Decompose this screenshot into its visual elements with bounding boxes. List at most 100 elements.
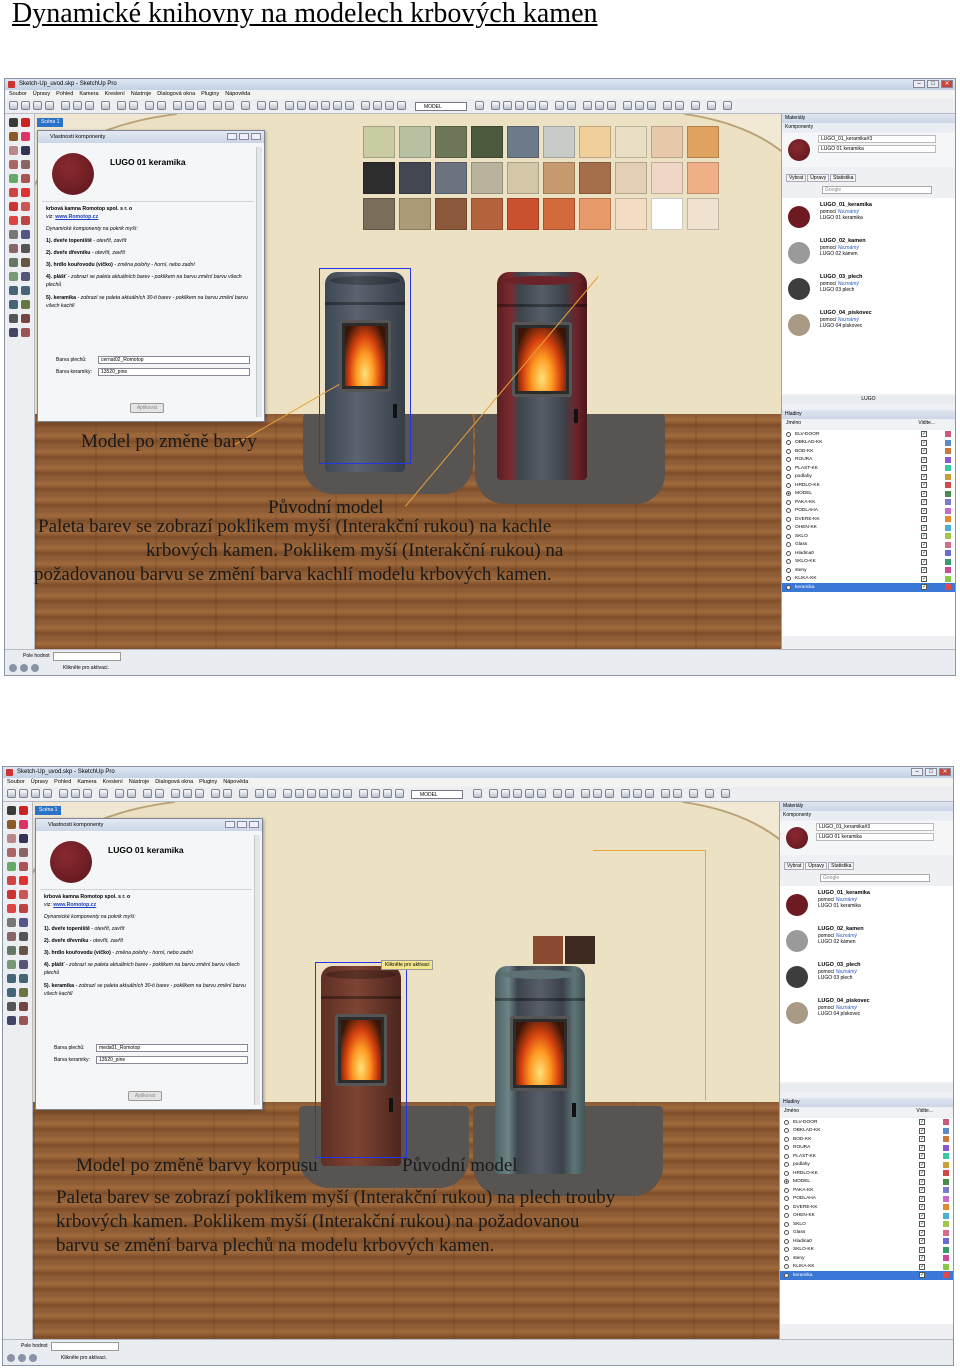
- active-layer-radio[interactable]: [786, 584, 791, 590]
- iso-view-icon[interactable]: [283, 789, 292, 798]
- layer-row[interactable]: ELV-DOOR ✓: [782, 430, 955, 439]
- scale-icon[interactable]: [7, 904, 16, 913]
- layer-visible-checkbox[interactable]: ✓: [921, 550, 927, 557]
- section-plane-icon[interactable]: [581, 789, 590, 798]
- move-icon[interactable]: [9, 188, 18, 197]
- layer-color-swatch[interactable]: [945, 448, 951, 455]
- layer-row[interactable]: OHEN-KK ✓: [782, 524, 955, 533]
- drape-icon[interactable]: [537, 789, 546, 798]
- layer-visible-checkbox[interactable]: ✓: [919, 1178, 925, 1185]
- layer-color-swatch[interactable]: [945, 516, 951, 523]
- erase-icon[interactable]: [101, 101, 110, 110]
- orbit-icon[interactable]: [9, 272, 18, 281]
- layer-visible-checkbox[interactable]: ✓: [921, 533, 927, 540]
- layer-row[interactable]: OBKLAD-KK ✓: [780, 1127, 953, 1136]
- palette-swatch[interactable]: [687, 198, 719, 230]
- active-layer-radio[interactable]: [786, 542, 791, 548]
- layer-visible-checkbox[interactable]: ✓: [921, 431, 927, 438]
- layer-color-swatch[interactable]: [943, 1212, 949, 1219]
- layer-color-swatch[interactable]: [945, 507, 951, 514]
- palette-swatch[interactable]: [651, 198, 683, 230]
- back-view-icon[interactable]: [333, 101, 342, 110]
- palette-swatch[interactable]: [471, 198, 503, 230]
- layer-row[interactable]: PLAST-KK ✓: [782, 464, 955, 473]
- zoom-window-icon[interactable]: [21, 286, 30, 295]
- layer-color-swatch[interactable]: [943, 1178, 949, 1185]
- sandbox-scratch-icon[interactable]: [501, 789, 510, 798]
- camera-icon[interactable]: [241, 101, 250, 110]
- component-icon[interactable]: [213, 101, 222, 110]
- get-models-icon[interactable]: [185, 101, 194, 110]
- credits-icon[interactable]: [18, 1354, 26, 1362]
- layer-visible-checkbox[interactable]: ✓: [921, 499, 927, 506]
- textured-style-icon[interactable]: [397, 101, 406, 110]
- layer-visible-checkbox[interactable]: ✓: [921, 567, 927, 574]
- protractor-icon[interactable]: [21, 230, 30, 239]
- paste-icon[interactable]: [83, 789, 92, 798]
- position-camera-icon[interactable]: [691, 101, 700, 110]
- list-item[interactable]: LUGO_04_piskovec pomocí Neznámý LUGO 04 pí…: [784, 996, 949, 1030]
- make-component-icon[interactable]: [19, 806, 28, 815]
- menu-soubor[interactable]: Soubor: [7, 778, 25, 787]
- left-view-icon[interactable]: [345, 101, 354, 110]
- section-tool-icon[interactable]: [9, 328, 18, 337]
- redo-icon[interactable]: [127, 789, 136, 798]
- zoom-icon[interactable]: [7, 974, 16, 983]
- scale-icon[interactable]: [9, 216, 18, 225]
- print-icon[interactable]: [145, 101, 154, 110]
- section-cut-icon[interactable]: [607, 101, 616, 110]
- component-icon[interactable]: [211, 789, 220, 798]
- layer-color-swatch[interactable]: [943, 1144, 949, 1151]
- maximize-button[interactable]: □: [925, 768, 937, 776]
- new-file-icon[interactable]: [19, 789, 28, 798]
- active-layer-radio[interactable]: [786, 448, 791, 454]
- 3d-viewport[interactable]: Klikněte pro aktivaci Vlastnosti kompone…: [33, 802, 779, 1339]
- zoom-window-icon[interactable]: [19, 974, 28, 983]
- walk-icon[interactable]: [661, 789, 670, 798]
- layer-row[interactable]: DVERE-KK ✓: [782, 515, 955, 524]
- layer-color-swatch[interactable]: [943, 1187, 949, 1194]
- position-camera-icon[interactable]: [689, 789, 698, 798]
- layer-color-swatch[interactable]: [943, 1204, 949, 1211]
- palette-swatch[interactable]: [435, 126, 467, 158]
- get-models-icon[interactable]: [183, 789, 192, 798]
- offset-icon[interactable]: [19, 904, 28, 913]
- layer-row[interactable]: Hladina0 ✓: [782, 549, 955, 558]
- layer-color-swatch[interactable]: [945, 575, 951, 582]
- active-layer-radio[interactable]: [786, 474, 791, 480]
- layer-visible-checkbox[interactable]: ✓: [919, 1212, 925, 1219]
- layer-visible-checkbox[interactable]: ✓: [921, 516, 927, 523]
- back-edges-icon[interactable]: [267, 789, 276, 798]
- section-tool-icon[interactable]: [7, 1016, 16, 1025]
- layer-row[interactable]: BOD-KK ✓: [780, 1135, 953, 1144]
- value-box-input[interactable]: [51, 1342, 119, 1351]
- paint-bucket-icon[interactable]: [7, 820, 16, 829]
- back-view-icon[interactable]: [331, 789, 340, 798]
- pan-icon[interactable]: [19, 960, 28, 969]
- layer-row[interactable]: ROURA ✓: [782, 456, 955, 465]
- active-layer-radio[interactable]: [786, 457, 791, 463]
- menu-kresleni[interactable]: Kreslení: [103, 778, 123, 787]
- active-layer-radio[interactable]: [784, 1255, 789, 1261]
- text-icon[interactable]: [21, 244, 30, 253]
- palette-swatch[interactable]: [399, 162, 431, 194]
- active-layer-radio[interactable]: [784, 1153, 789, 1159]
- follow-me-icon[interactable]: [723, 101, 732, 110]
- protractor-icon[interactable]: [19, 918, 28, 927]
- layer-color-swatch[interactable]: [945, 584, 951, 591]
- close-button[interactable]: ✕: [939, 768, 951, 776]
- circle-icon[interactable]: [9, 160, 18, 169]
- help-icon[interactable]: [31, 664, 39, 672]
- scrollbar[interactable]: [254, 835, 260, 1105]
- layer-color-swatch[interactable]: [945, 541, 951, 548]
- layer-visible-checkbox[interactable]: ✓: [919, 1127, 925, 1134]
- layer-color-swatch[interactable]: [943, 1221, 949, 1228]
- right-view-icon[interactable]: [319, 789, 328, 798]
- dimension-icon[interactable]: [7, 932, 16, 941]
- maximize-button[interactable]: □: [927, 80, 939, 88]
- layer-color-swatch[interactable]: [943, 1170, 949, 1177]
- layer-select[interactable]: MODEL: [411, 790, 463, 799]
- follow-me-tool-icon[interactable]: [21, 202, 30, 211]
- textured-style-icon[interactable]: [395, 789, 404, 798]
- layer-visible-checkbox[interactable]: ✓: [919, 1153, 925, 1160]
